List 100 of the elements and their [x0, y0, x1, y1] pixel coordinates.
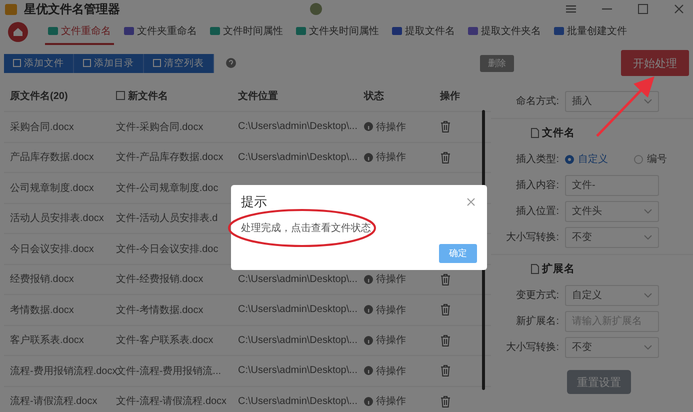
status-text: 待操作 — [376, 394, 406, 408]
document-icon — [531, 128, 539, 138]
help-icon[interactable] — [226, 58, 236, 68]
info-icon — [364, 274, 373, 284]
field-label: 插入内容: — [515, 178, 560, 192]
field-label: 大小写转换: — [505, 230, 560, 244]
dropdown-caret-icon — [644, 344, 652, 350]
trash-icon[interactable] — [440, 120, 451, 134]
radio-button[interactable] — [634, 154, 643, 164]
tab-icon — [124, 26, 134, 36]
tab[interactable]: 提取文件夹名 — [465, 19, 544, 45]
tab[interactable]: 文件重命名 — [45, 19, 114, 45]
info-icon — [364, 366, 373, 376]
dropdown-caret-icon — [644, 234, 652, 240]
radio-button[interactable] — [565, 154, 574, 164]
field-label: 大小写转换: — [505, 340, 560, 354]
select-field[interactable]: 不变 — [565, 226, 659, 248]
select-field[interactable]: 不变 — [565, 336, 659, 358]
table-cell-text: 公司规章制度.docx — [10, 182, 94, 195]
radio-label[interactable]: 自定义 — [578, 152, 608, 166]
tab-icon — [468, 26, 478, 36]
table-cell: C:\Users\admin\Desktop\... — [238, 334, 358, 346]
column-header: 文件位置 — [238, 90, 278, 102]
toolbar-button[interactable]: 添加目录 — [74, 54, 144, 72]
select-field[interactable]: 插入 — [565, 90, 659, 112]
column-header: 新文件名 — [128, 89, 168, 102]
tab-icon — [48, 26, 58, 36]
tab[interactable]: 批量创建文件 — [551, 19, 630, 45]
edit-icon — [116, 91, 125, 100]
info-icon — [364, 305, 373, 314]
column-header: 原文件名(20) — [10, 90, 68, 102]
info-icon — [364, 122, 373, 132]
close-icon[interactable] — [467, 198, 475, 206]
toolbar-button[interactable]: 添加文件 — [4, 54, 74, 72]
square-icon — [83, 59, 91, 67]
trash-icon[interactable] — [440, 272, 451, 286]
trash-icon[interactable] — [440, 364, 451, 378]
table-cell-text: 今日会议安排.docx — [10, 242, 94, 256]
tab-icon — [296, 26, 306, 36]
table-cell-text: 文件-经费报销.docx — [116, 272, 204, 286]
field-label: 新扩展名: — [515, 314, 560, 328]
window-title: 星优文件名管理器 — [24, 0, 120, 18]
table-cell: C:\Users\admin\Desktop\... — [238, 304, 358, 316]
tab-icon — [554, 26, 564, 36]
tab[interactable]: 文件夹重命名 — [121, 19, 200, 45]
info-icon — [364, 336, 373, 345]
tab[interactable]: 文件时间属性 — [207, 19, 286, 45]
table-cell-text: 活动人员安排表.docx — [10, 212, 104, 226]
table-cell-text: 流程-请假流程.docx — [10, 394, 98, 408]
table-cell: C:\Users\admin\Desktop\... — [238, 274, 358, 285]
table-cell-text: 文件-考情数据.docx — [116, 304, 204, 317]
status-text: 待操作 — [376, 364, 406, 378]
app-logo-icon — [4, 2, 18, 16]
tab[interactable]: 提取文件名 — [389, 19, 458, 45]
column-header: 操作 — [440, 90, 460, 102]
toolbar-button[interactable]: 清空列表 — [144, 54, 214, 72]
table-cell-text: 产品库存数据.docx — [10, 150, 94, 164]
trash-icon[interactable] — [440, 303, 451, 316]
input-field[interactable]: 文件- — [565, 174, 659, 196]
square-icon — [153, 59, 161, 67]
table-cell-text: 经费报销.docx — [10, 272, 74, 286]
table-cell: C:\Users\admin\Desktop\... — [238, 121, 358, 132]
close-icon[interactable] — [673, 3, 685, 15]
trash-icon[interactable] — [440, 394, 451, 408]
field-label: 变更方式: — [515, 288, 560, 302]
dialog-title: 提示 — [241, 193, 267, 211]
select-field[interactable]: 文件头 — [565, 200, 659, 222]
field-label: 插入位置: — [515, 204, 560, 218]
table-cell-text: 文件-公司规章制度.doc — [116, 182, 218, 195]
field-label: 插入类型: — [515, 152, 560, 166]
section-title: 文件名 — [542, 126, 575, 140]
select-field[interactable]: 自定义 — [565, 284, 659, 306]
home-button[interactable] — [8, 22, 28, 42]
tab[interactable]: 文件夹时间属性 — [293, 19, 382, 45]
document-icon — [531, 264, 539, 274]
status-text: 待操作 — [376, 334, 406, 348]
settings-icon[interactable] — [565, 3, 577, 15]
confirm-button[interactable]: 确定 — [439, 244, 477, 263]
status-text: 待操作 — [376, 304, 406, 317]
status-text: 待操作 — [376, 272, 406, 286]
avatar-icon[interactable] — [309, 2, 323, 16]
column-header: 状态 — [364, 90, 384, 102]
trash-icon[interactable] — [440, 334, 451, 347]
status-text: 待操作 — [376, 150, 406, 164]
square-icon — [13, 59, 21, 67]
trash-icon[interactable] — [440, 150, 451, 164]
table-cell-text: 文件-活动人员安排表.d — [116, 212, 218, 226]
table-cell: C:\Users\admin\Desktop\... — [238, 152, 358, 163]
info-icon — [364, 396, 373, 406]
radio-label[interactable]: 编号 — [647, 152, 667, 166]
table-cell-text: 文件-客户联系表.docx — [116, 334, 214, 348]
table-cell-text: 文件-产品库存数据.docx — [116, 150, 224, 164]
dropdown-caret-icon — [644, 208, 652, 214]
section-title: 扩展名 — [542, 262, 575, 276]
status-text: 待操作 — [376, 120, 406, 134]
maximize-icon[interactable] — [637, 3, 649, 15]
table-cell: C:\Users\admin\Desktop\... — [238, 365, 358, 376]
start-button[interactable]: 开始处理 — [621, 50, 689, 76]
table-cell-text: 文件-采购合同.docx — [116, 120, 204, 134]
table-cell-text: 文件-流程-费用报销流... — [116, 364, 221, 378]
